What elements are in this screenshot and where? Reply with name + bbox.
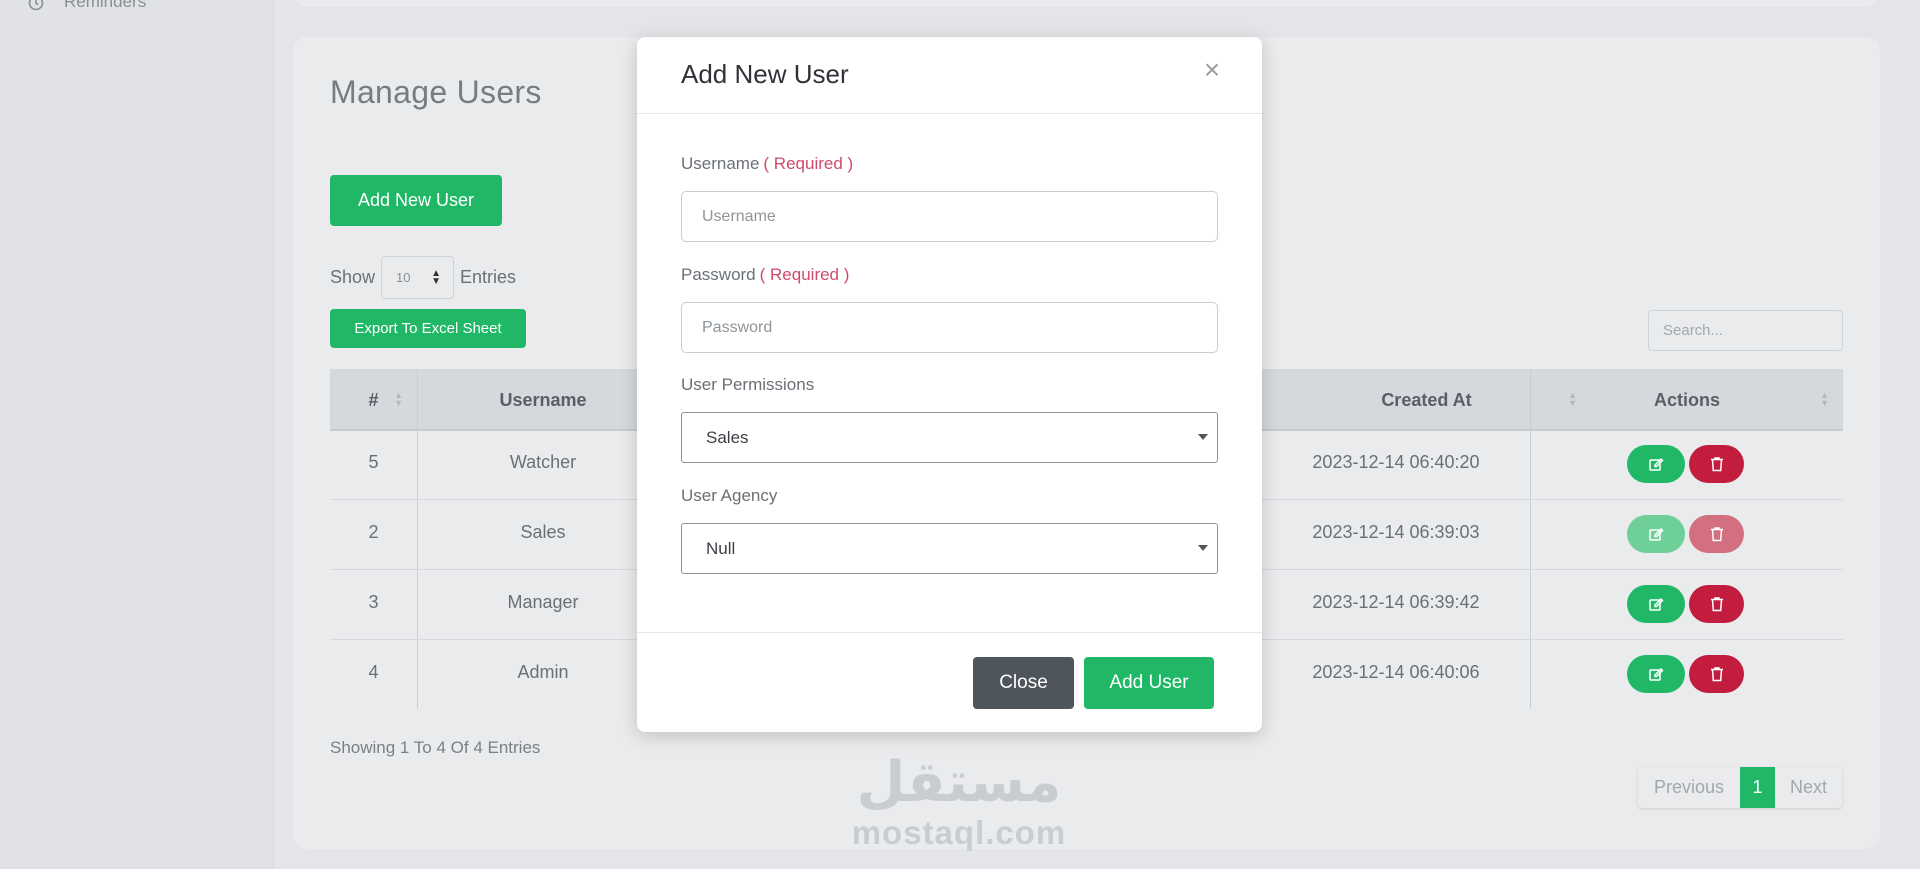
pagination-page-1[interactable]: 1 (1740, 767, 1775, 808)
pagination-previous[interactable]: Previous (1638, 767, 1740, 808)
permissions-value: Sales (706, 427, 749, 447)
agency-label: User Agency (681, 486, 778, 505)
close-button[interactable]: Close (973, 657, 1074, 709)
pagination-next[interactable]: Next (1775, 767, 1842, 808)
entries-length-control: Show 10 ▲ ▼ Entries (330, 256, 516, 299)
modal-header: Add New User × (637, 37, 1262, 114)
trash-icon (1710, 597, 1723, 612)
entries-label: Entries (460, 267, 517, 287)
delete-button[interactable] (1689, 515, 1744, 553)
row-actions (1627, 445, 1744, 483)
sidebar: Reminders (0, 0, 274, 869)
required-marker: ( Required ) (763, 154, 854, 173)
required-marker: ( Required ) (759, 265, 850, 284)
cell-username: Sales (520, 521, 566, 542)
sidebar-item-label: Reminders (64, 0, 147, 11)
cell-created-at: 2023-12-14 06:39:03 (1312, 521, 1480, 542)
table-search-input[interactable] (1648, 310, 1843, 351)
add-user-submit-button[interactable]: Add User (1084, 657, 1214, 709)
edit-button[interactable] (1627, 585, 1685, 623)
top-card (293, 0, 1880, 7)
edit-icon (1649, 457, 1664, 471)
password-label: Password( Required ) (681, 265, 850, 284)
column-header-id[interactable]: # ▲ ▼ (330, 369, 417, 431)
cell-created-at: 2023-12-14 06:39:42 (1312, 591, 1480, 612)
row-actions (1627, 655, 1744, 693)
cell-id: 2 (368, 521, 379, 542)
export-excel-button[interactable]: Export To Excel Sheet (330, 309, 526, 348)
cell-username: Manager (507, 591, 579, 612)
edit-button[interactable] (1627, 515, 1685, 553)
password-input[interactable] (681, 302, 1218, 353)
delete-button[interactable] (1689, 655, 1744, 693)
add-user-modal: Add New User × Username( Required ) Pass… (637, 37, 1262, 732)
username-input[interactable] (681, 191, 1218, 242)
cell-id: 4 (368, 661, 379, 682)
agency-select[interactable]: Null (681, 523, 1218, 574)
trash-icon (1710, 457, 1723, 472)
cell-username: Watcher (509, 451, 577, 472)
edit-icon (1649, 527, 1664, 541)
select-arrows-icon: ▲ ▼ (431, 267, 442, 287)
entries-select[interactable]: 10 ▲ ▼ (381, 256, 455, 299)
alarm-clock-icon (28, 0, 44, 11)
delete-button[interactable] (1689, 445, 1744, 483)
permissions-label: User Permissions (681, 375, 815, 394)
sort-icon: ▲ ▼ (394, 390, 403, 408)
show-label: Show (330, 267, 376, 287)
cell-created-at: 2023-12-14 06:40:20 (1312, 451, 1480, 472)
cell-id: 5 (368, 451, 379, 472)
page-title: Manage Users (330, 74, 542, 110)
watermark-arabic: مستقل (856, 750, 1062, 815)
column-header-actions[interactable]: Actions ▲ ▼ (1531, 369, 1843, 431)
column-header-username[interactable]: Username (418, 369, 668, 431)
username-label: Username( Required ) (681, 154, 854, 173)
edit-button[interactable] (1627, 445, 1685, 483)
sidebar-item-reminders[interactable]: Reminders (26, 0, 146, 12)
add-new-user-button[interactable]: Add New User (330, 175, 502, 226)
edit-button[interactable] (1627, 655, 1685, 693)
close-icon[interactable]: × (1197, 54, 1227, 85)
watermark-latin: mostaql.com (851, 814, 1067, 851)
modal-title: Add New User (681, 59, 849, 89)
cell-created-at: 2023-12-14 06:40:06 (1312, 661, 1480, 682)
pagination: Previous 1 Next (1638, 767, 1842, 808)
caret-down-icon (1198, 545, 1208, 551)
agency-value: Null (706, 538, 736, 558)
cell-id: 3 (368, 591, 379, 612)
permissions-select[interactable]: Sales (681, 412, 1218, 463)
edit-icon (1649, 597, 1664, 611)
table-info: Showing 1 To 4 Of 4 Entries (330, 738, 541, 757)
entries-value: 10 (396, 270, 411, 285)
modal-footer: Close Add User (637, 632, 1262, 732)
cell-username: Admin (517, 661, 569, 682)
watermark: مستقل mostaql.com (844, 750, 1074, 850)
delete-button[interactable] (1689, 585, 1744, 623)
row-actions (1627, 585, 1744, 623)
row-actions (1627, 515, 1744, 553)
trash-icon (1710, 667, 1723, 682)
edit-icon (1649, 667, 1664, 681)
trash-icon (1710, 527, 1723, 542)
caret-down-icon (1198, 434, 1208, 440)
sort-icon: ▲ ▼ (1820, 390, 1829, 408)
